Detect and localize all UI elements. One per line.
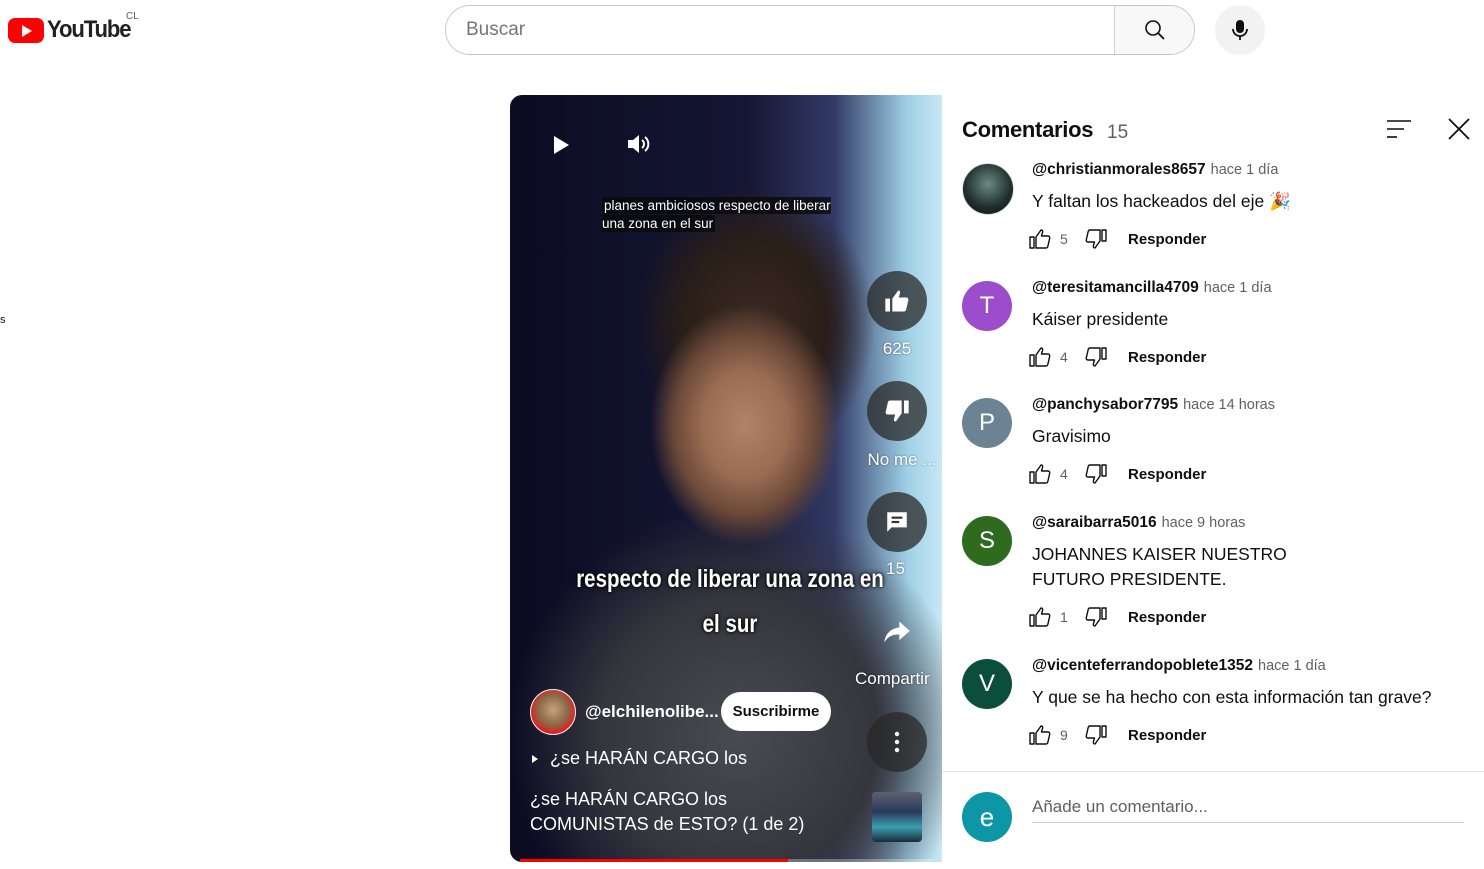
comment-avatar[interactable]: T	[962, 281, 1012, 331]
comment-actions: 4 Responder	[1028, 458, 1206, 490]
burned-in-caption: respecto de liberar una zona en el sur	[576, 565, 884, 638]
comment-time[interactable]: hace 1 día	[1258, 658, 1326, 674]
voice-search-button[interactable]	[1215, 5, 1265, 55]
closed-caption: planes ambiciosos respecto de liberar un…	[602, 197, 831, 232]
add-comment-input[interactable]	[1032, 792, 1464, 823]
comment-text: Y faltan los hackeados del eje 🎉	[1032, 191, 1291, 211]
comments-total: 15	[1107, 122, 1129, 143]
thumbs-up-icon[interactable]	[1028, 345, 1052, 369]
play-icon	[554, 136, 569, 154]
region-code: CL	[126, 11, 139, 22]
comment-avatar[interactable]	[962, 163, 1014, 215]
comment-author[interactable]: @teresitamancilla4709	[1032, 279, 1199, 296]
thumbs-up-icon[interactable]	[1028, 227, 1052, 251]
comment-time[interactable]: hace 1 día	[1211, 162, 1279, 178]
microphone-icon	[1232, 20, 1248, 40]
play-button[interactable]	[552, 135, 570, 160]
comment-text: JOHANNES KAISER NUESTRO FUTURO PRESIDENT…	[1032, 544, 1287, 589]
volume-button[interactable]	[626, 133, 652, 160]
next-video-thumbnail[interactable]	[872, 792, 922, 842]
share-button[interactable]	[867, 602, 927, 662]
comment-author[interactable]: @vicenteferrandopoblete1352	[1032, 657, 1253, 674]
thumbs-down-icon[interactable]	[1084, 723, 1108, 747]
like-count: 625	[882, 339, 912, 358]
comment-avatar[interactable]: P	[962, 398, 1012, 448]
dislike-label: No me ...	[867, 450, 937, 469]
close-comments-button[interactable]	[1447, 117, 1471, 146]
comments-title: Comentarios	[962, 117, 1094, 142]
comments-count: 15	[886, 559, 905, 578]
search-icon	[1144, 20, 1165, 40]
comment-like-count: 4	[1060, 466, 1068, 482]
playlist-label: ¿se HARÁN CARGO los	[550, 748, 748, 768]
reply-button[interactable]: Responder	[1128, 349, 1206, 366]
comment-actions: 4 Responder	[1028, 341, 1206, 373]
caret-right-icon	[532, 754, 538, 763]
search-button[interactable]	[1114, 6, 1194, 54]
comment-text: Káiser presidente	[1032, 309, 1169, 329]
share-label: Compartir	[855, 669, 930, 688]
comment-actions: 9 Responder	[1028, 719, 1206, 751]
comment-time[interactable]: hace 14 horas	[1183, 397, 1275, 413]
comment-actions: 5 Responder	[1028, 223, 1206, 255]
reply-button[interactable]: Responder	[1128, 609, 1206, 626]
comment-icon	[887, 512, 907, 532]
reply-button[interactable]: Responder	[1128, 727, 1206, 744]
more-options-button[interactable]	[867, 712, 927, 772]
subscribe-button[interactable]: Suscribirme	[721, 692, 831, 731]
thumbs-down-icon[interactable]	[1084, 227, 1108, 251]
logo-text: YouTube	[47, 16, 132, 43]
current-user-avatar: e	[962, 792, 1012, 842]
thumbs-up-icon[interactable]	[1028, 723, 1052, 747]
youtube-play-icon	[8, 17, 44, 43]
progress-bar[interactable]	[520, 859, 932, 862]
search-input[interactable]	[446, 6, 1114, 54]
reply-button[interactable]: Responder	[1128, 466, 1206, 483]
channel-name[interactable]: @elchilenolibe...	[585, 702, 719, 722]
comments-button[interactable]	[867, 492, 927, 552]
volume-icon	[628, 135, 650, 153]
sort-button[interactable]	[1386, 119, 1412, 144]
channel-info[interactable]: @elchilenolibe...	[530, 689, 719, 735]
comment-author[interactable]: @christianmorales8657	[1032, 161, 1206, 178]
comment-author[interactable]: @panchysabor7795	[1032, 396, 1178, 413]
thumbs-down-icon	[885, 400, 909, 422]
comment-time[interactable]: hace 9 horas	[1162, 515, 1246, 531]
sidebar-edge-text: s	[0, 314, 6, 326]
divider	[942, 771, 1484, 772]
share-icon	[884, 621, 910, 643]
comment-time[interactable]: hace 1 día	[1204, 280, 1272, 296]
thumbs-up-icon	[885, 290, 909, 312]
like-button[interactable]	[867, 271, 927, 331]
comment-text: Y que se ha hecho con esta información t…	[1032, 687, 1432, 707]
youtube-logo[interactable]: YouTube CL	[8, 11, 139, 46]
comment-actions: 1 Responder	[1028, 601, 1206, 633]
thumbs-down-icon[interactable]	[1084, 462, 1108, 486]
playlist-link[interactable]: ¿se HARÁN CARGO los	[532, 748, 747, 769]
thumbs-down-icon[interactable]	[1084, 605, 1108, 629]
comment-author[interactable]: @saraibarra5016	[1032, 514, 1157, 531]
channel-avatar[interactable]	[530, 689, 576, 735]
comment-text: Gravisimo	[1032, 426, 1111, 446]
search-bar	[445, 5, 1195, 55]
thumbs-up-icon[interactable]	[1028, 462, 1052, 486]
shorts-video-player[interactable]: planes ambiciosos respecto de liberar un…	[510, 95, 942, 862]
comment-like-count: 5	[1060, 231, 1068, 247]
comment-like-count: 4	[1060, 349, 1068, 365]
close-icon	[1448, 118, 1470, 140]
comment-like-count: 9	[1060, 727, 1068, 743]
thumbs-up-icon[interactable]	[1028, 605, 1052, 629]
sort-icon	[1387, 120, 1411, 138]
comments-panel: Comentarios 15 @christianmorales8657 hace…	[942, 95, 1484, 862]
thumbs-down-icon[interactable]	[1084, 345, 1108, 369]
comment-like-count: 1	[1060, 609, 1068, 625]
video-title[interactable]: ¿se HARÁN CARGO los COMUNISTAS de ESTO? …	[530, 787, 850, 837]
more-vertical-icon	[894, 731, 900, 753]
dislike-button[interactable]	[867, 381, 927, 441]
reply-button[interactable]: Responder	[1128, 231, 1206, 248]
comment-avatar[interactable]: V	[962, 659, 1012, 709]
comment-avatar[interactable]: S	[962, 516, 1012, 566]
progress-fill	[520, 859, 788, 862]
